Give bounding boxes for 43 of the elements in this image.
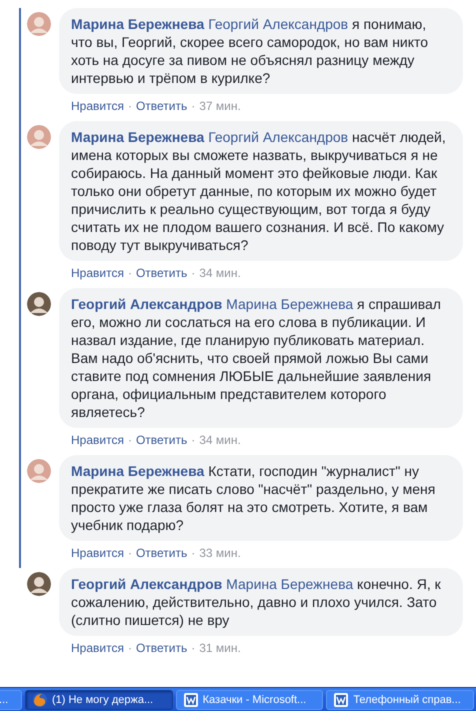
comment-text: Марина Бережнева Георгий Александров я понимаю, что вы, Георгий, скорее всего самородок, но вам никто хоть на досуге за пивом не объяснял разницу между интервью и трёпом в курилке? xyxy=(71,15,430,87)
mention-link[interactable]: Георгий Александров xyxy=(208,16,348,32)
separator: · xyxy=(128,433,132,447)
avatar[interactable] xyxy=(27,292,51,316)
like-link[interactable]: Нравится xyxy=(71,266,124,280)
taskbar-button[interactable]: (1) Не могу держа... xyxy=(24,690,173,710)
taskbar-button[interactable]: Казачки - Microsoft... xyxy=(176,690,324,710)
comment-text: Марина Бережнева Кстати, господин "журналист" ну прекратите же писать слово "насчёт" раздельно, у меня просто уже глаза болят на это смотреть. Хотите, я вам учебник подарю? xyxy=(71,462,436,534)
reply-link[interactable]: Ответить xyxy=(136,99,188,113)
comment-text: Георгий Александров Марина Бережнева конечно. Я, к сожалению, действительно, давно и плохо учился. Зато (слитно пишется) не вру xyxy=(71,575,442,629)
separator: · xyxy=(191,641,196,655)
taskbar-button[interactable]: Телефонный справ... xyxy=(326,690,474,710)
avatar[interactable] xyxy=(27,572,51,596)
document-icon xyxy=(333,692,350,708)
comment-text: Георгий Александров Марина Бережнева я спрашивал его, можно ли сослаться на его слова в публикации. И назвал издание, где планирую публиковать материал. Вам надо об'яснить, что своей прямой ложью Вы сами ставите под сомнения ЛЮБЫЕ дальнейшие заявления органа, официальным представителем которого являетесь? xyxy=(71,295,442,421)
separator: · xyxy=(128,266,132,280)
comment-text: Марина Бережнева Георгий Александров насчёт людей, имена которых вы сможете назвать, выкручиваться я не собираюсь. На данный момент это фейковые люди. Как только они обретут данные, по которым их можно будет причислить к реально существующим, вот тогда я буду считать их не плодом вашего сознания. И всё. По какому поводу тут выкручиваться? xyxy=(71,128,447,254)
author-link[interactable]: Марина Бережнева xyxy=(71,129,204,145)
separator: · xyxy=(191,546,196,560)
separator: · xyxy=(191,99,196,113)
separator: · xyxy=(191,433,196,447)
separator: · xyxy=(128,641,132,655)
like-link[interactable]: Нравится xyxy=(71,433,124,447)
separator: · xyxy=(128,99,132,113)
author-link[interactable]: Марина Бережнева xyxy=(71,16,204,32)
separator: · xyxy=(128,546,132,560)
browser-icon xyxy=(32,692,48,708)
reply-link[interactable]: Ответить xyxy=(136,546,188,560)
reply-link[interactable]: Ответить xyxy=(136,641,188,655)
mention-link[interactable]: Марина Бережнева xyxy=(226,576,354,592)
author-link[interactable]: Марина Бережнева xyxy=(71,463,204,479)
author-link[interactable]: Георгий Александров xyxy=(71,576,222,592)
document-icon xyxy=(182,692,199,708)
separator: · xyxy=(191,266,196,280)
mention-link[interactable]: Марина Бережнева xyxy=(226,296,354,312)
like-link[interactable]: Нравится xyxy=(71,546,124,560)
mention-link[interactable]: Георгий Александров xyxy=(208,129,348,145)
reply-link[interactable]: Ответить xyxy=(136,433,188,447)
reply-link[interactable]: Ответить xyxy=(136,266,188,280)
taskbar-button[interactable]: ... xyxy=(0,690,22,710)
author-link[interactable]: Георгий Александров xyxy=(71,296,222,312)
like-link[interactable]: Нравится xyxy=(71,99,124,113)
like-link[interactable]: Нравится xyxy=(71,641,124,655)
